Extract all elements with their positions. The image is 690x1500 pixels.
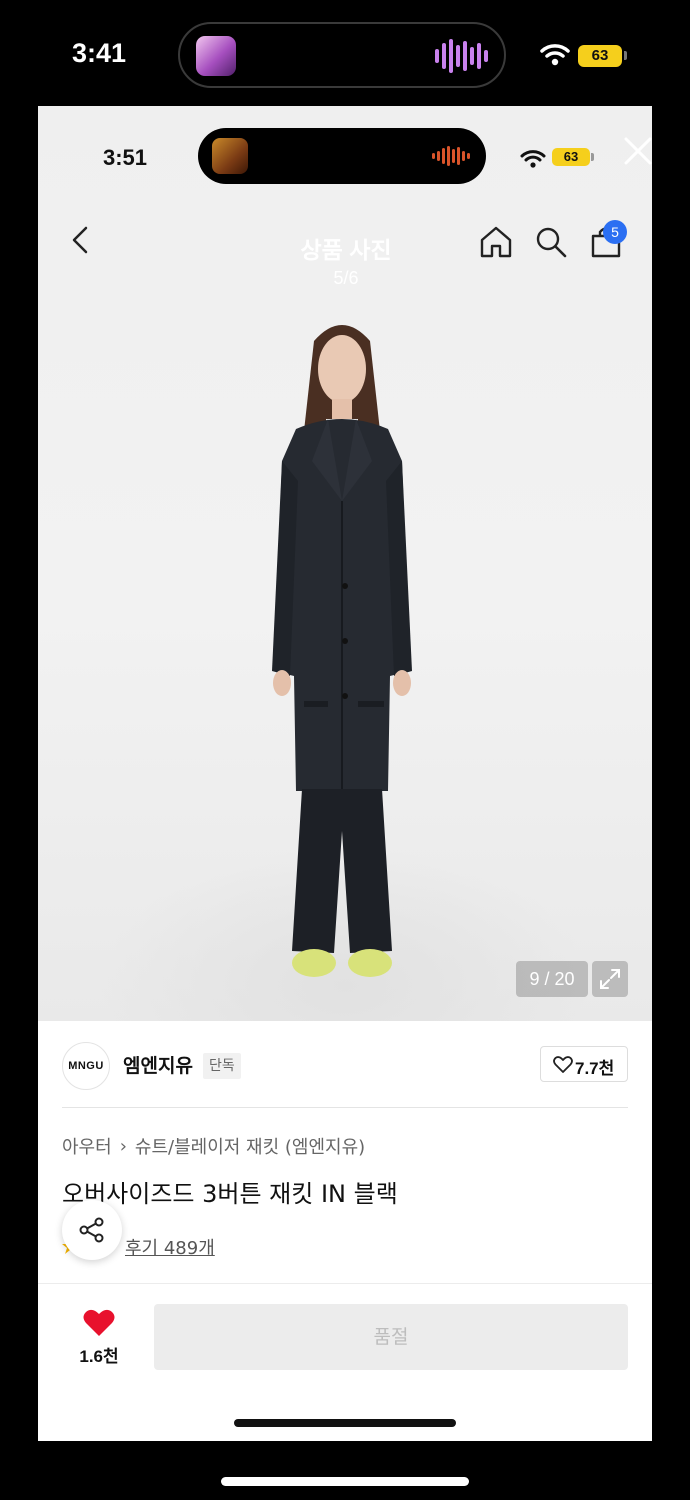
inner-dynamic-island [198,128,486,184]
wish-count: 1.6천 [79,1347,119,1366]
wifi-icon [540,44,570,66]
brand-logo[interactable]: MNGU [62,1042,110,1090]
inner-album-art [212,138,248,174]
breadcrumb: 아우터 › 슈트/블레이저 재킷 (엠엔지유) [62,1133,365,1159]
share-button[interactable] [62,1200,122,1260]
expand-icon [600,969,620,989]
viewer-title: 상품 사진 [300,237,392,263]
product-title: 오버사이즈드 3버튼 재킷 IN 블랙 [62,1180,398,1208]
inner-home-indicator [234,1419,456,1427]
inner-battery-nub [591,153,594,161]
battery-indicator: 63 [578,45,622,67]
heart-outline-icon [553,1056,573,1073]
breadcrumb-category[interactable]: 아우터 [62,1133,112,1159]
close-icon[interactable] [620,133,656,169]
battery-nub [624,51,627,60]
search-icon[interactable] [533,224,569,260]
expand-image-button[interactable] [592,961,628,997]
brand-name[interactable]: 엠엔지유 [123,1051,193,1078]
viewer-photo-count: 5/6 [333,268,359,288]
image-page-counter: 9 / 20 [516,961,588,997]
inner-audio-waveform-icon [432,146,470,166]
section-divider [62,1107,628,1108]
heart-filled-icon[interactable] [82,1308,116,1338]
home-indicator[interactable] [221,1477,469,1486]
outer-dynamic-island[interactable] [178,22,506,88]
breadcrumb-separator: › [119,1135,127,1157]
exclusive-badge: 단독 [203,1053,241,1079]
sold-out-button[interactable]: 품절 [154,1304,628,1370]
audio-waveform-icon [435,37,488,75]
inner-battery-indicator: 63 [552,148,590,166]
now-playing-album-art [196,36,236,76]
brand-like-count: 7.7천 [575,1059,615,1078]
home-icon[interactable] [478,224,514,260]
outer-status-bar: 3:41 63 [0,0,690,106]
product-photo-viewer: 3:51 63 5 9 / 20 상품 사진 5/6 MNGU 엠엔지유 단독 … [38,106,652,1441]
brand-like-button[interactable]: 7.7천 [540,1046,628,1082]
bottom-bar-border [38,1283,652,1284]
cart-count-badge: 5 [603,220,627,244]
breadcrumb-subcategory[interactable]: 슈트/블레이저 재킷 (엠엔지유) [135,1133,365,1159]
share-icon [79,1217,104,1243]
outer-status-time: 3:41 [72,38,127,68]
inner-status-time: 3:51 [103,145,148,170]
back-icon[interactable] [68,224,92,256]
model-in-black-suit-image [272,325,412,977]
review-count-link[interactable]: 후기 489개 [125,1234,215,1260]
inner-wifi-icon [520,150,546,168]
